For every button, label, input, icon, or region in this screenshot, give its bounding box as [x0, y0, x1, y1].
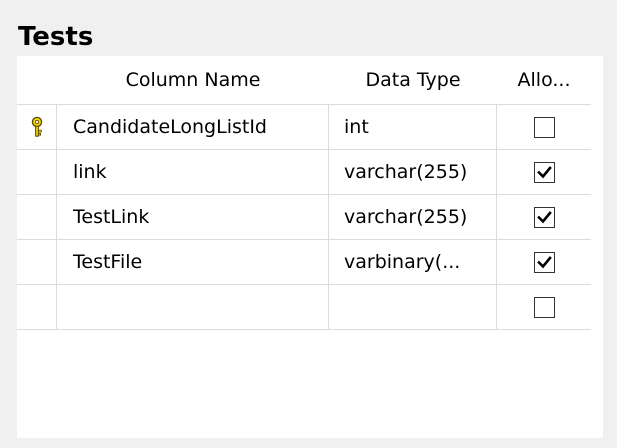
table-row-new[interactable]	[17, 285, 591, 330]
checkmark-icon	[536, 210, 552, 223]
key-icon	[31, 116, 42, 137]
column-name-cell[interactable]: link	[57, 150, 329, 194]
allow-nulls-cell	[497, 150, 591, 194]
row-selector[interactable]	[17, 105, 57, 149]
checkmark-icon	[536, 165, 552, 178]
column-header-row: Column Name Data Type Allo...	[17, 56, 591, 105]
column-name-cell[interactable]	[57, 285, 329, 329]
column-name-cell[interactable]: CandidateLongListId	[57, 105, 329, 149]
table-row[interactable]: link varchar(255)	[17, 150, 591, 195]
column-name-header[interactable]: Column Name	[57, 56, 329, 104]
row-selector[interactable]	[17, 240, 57, 284]
table-row[interactable]: TestLink varchar(255)	[17, 195, 591, 240]
table-row[interactable]: CandidateLongListId int	[17, 105, 591, 150]
allow-nulls-cell	[497, 285, 591, 329]
column-name-cell[interactable]: TestFile	[57, 240, 329, 284]
allow-nulls-cell	[497, 105, 591, 149]
data-type-cell[interactable]	[329, 285, 497, 329]
allow-nulls-checkbox[interactable]	[533, 116, 555, 138]
data-type-cell[interactable]: int	[329, 105, 497, 149]
allow-nulls-checkbox[interactable]	[533, 251, 555, 273]
table-title: Tests	[18, 22, 94, 52]
allow-nulls-checkbox[interactable]	[533, 296, 555, 318]
data-type-cell[interactable]: varbinary(...	[329, 240, 497, 284]
data-type-header[interactable]: Data Type	[329, 56, 497, 104]
allow-nulls-cell	[497, 195, 591, 239]
table-row[interactable]: TestFile varbinary(...	[17, 240, 591, 285]
allow-nulls-checkbox[interactable]	[533, 161, 555, 183]
row-selector[interactable]	[17, 150, 57, 194]
row-selector[interactable]	[17, 195, 57, 239]
column-name-cell[interactable]: TestLink	[57, 195, 329, 239]
row-selector-header	[17, 56, 57, 104]
allow-nulls-checkbox[interactable]	[533, 206, 555, 228]
column-grid: Column Name Data Type Allo... CandidateL…	[17, 56, 591, 330]
data-type-cell[interactable]: varchar(255)	[329, 195, 497, 239]
checkmark-icon	[536, 255, 552, 268]
data-type-cell[interactable]: varchar(255)	[329, 150, 497, 194]
row-selector[interactable]	[17, 285, 57, 329]
table-designer-panel: Column Name Data Type Allo... CandidateL…	[17, 56, 603, 438]
allow-nulls-header[interactable]: Allo...	[497, 56, 591, 104]
allow-nulls-cell	[497, 240, 591, 284]
